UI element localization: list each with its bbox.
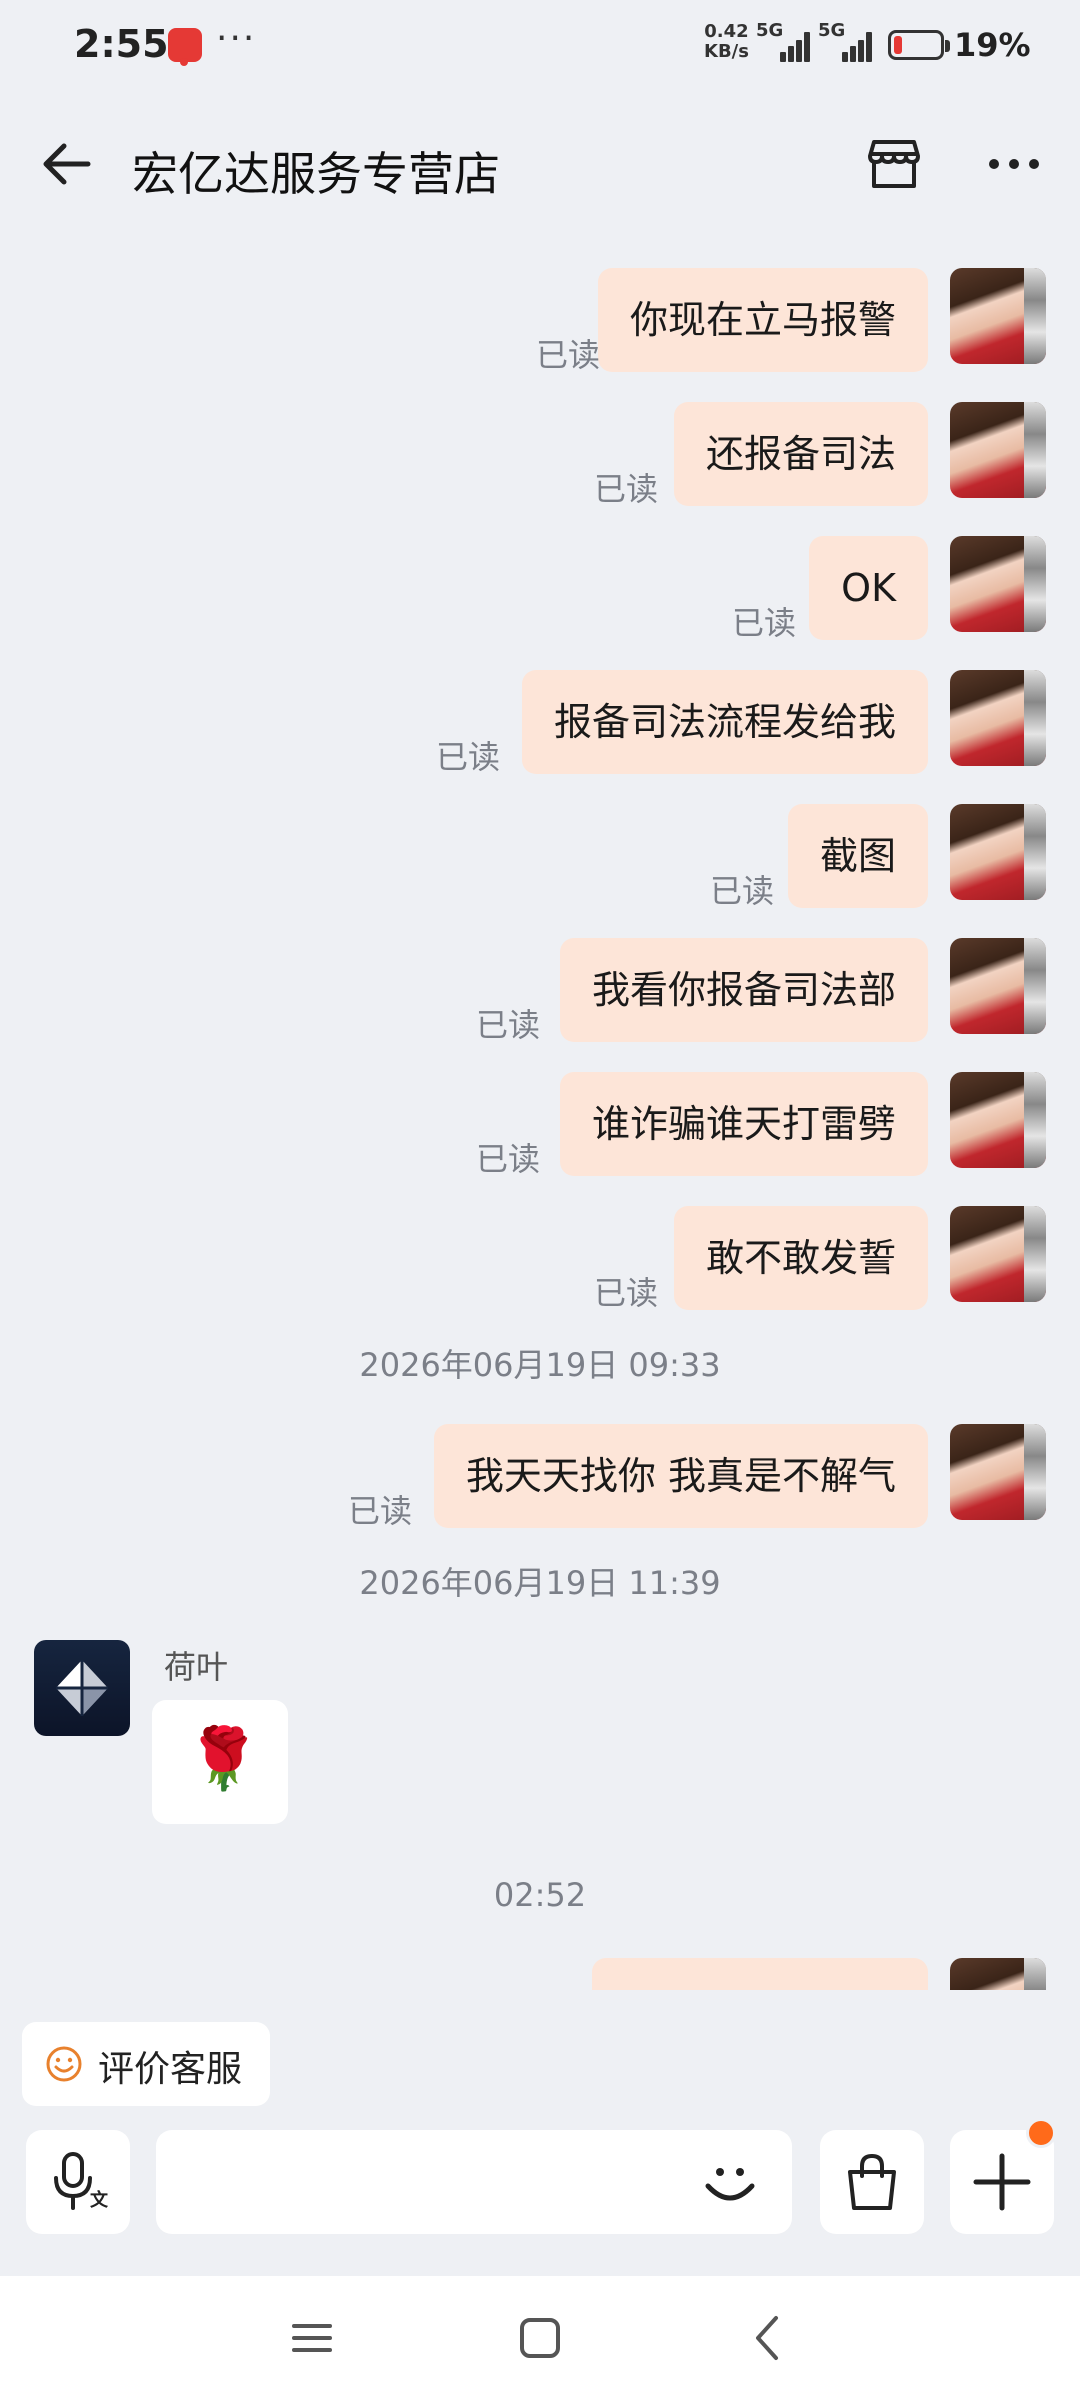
page-title: 宏亿达服务专营店	[132, 147, 500, 201]
battery-level	[894, 36, 902, 54]
message-list[interactable]: 你现在立马报警 已读 还报备司法 已读 OK 已读 报备司法流程发给我 已读 截…	[0, 240, 1080, 1990]
plus-icon	[973, 2153, 1031, 2211]
read-receipt: 已读	[593, 1274, 658, 1312]
back-chevron-icon	[756, 2316, 778, 2360]
status-time: 2:55	[74, 22, 169, 66]
rose-emoji: 🌹	[186, 1724, 261, 1794]
recent-apps-button[interactable]	[280, 2306, 344, 2370]
network-type-label: 5G	[756, 20, 784, 41]
message-bubble[interactable]: 敢不敢发誓	[673, 1206, 928, 1310]
more-horizontal-icon	[989, 159, 1039, 169]
rate-service-label: 评价客服	[98, 2049, 243, 2090]
emoji-button[interactable]	[694, 2146, 766, 2218]
chat-header: 宏亿达服务专营店	[0, 110, 1080, 220]
avatar[interactable]	[950, 670, 1046, 766]
avatar[interactable]	[950, 1424, 1046, 1520]
avatar[interactable]	[950, 402, 1046, 498]
avatar[interactable]	[950, 1958, 1046, 1990]
shopping-bag-icon	[848, 2153, 896, 2210]
more-options-button[interactable]	[982, 132, 1046, 196]
message-timestamp: 2026年06月19日 11:39	[359, 1564, 721, 1602]
status-more-icon: ···	[216, 18, 257, 59]
sender-name: 荷叶	[164, 1648, 229, 1686]
message-bubble[interactable]: 你现在立马报警	[597, 268, 928, 372]
network-type-label: 5G	[818, 20, 846, 41]
avatar[interactable]	[950, 804, 1046, 900]
shop-avatar[interactable]	[34, 1640, 130, 1736]
message-bubble[interactable]	[592, 1958, 928, 1990]
avatar[interactable]	[950, 536, 1046, 632]
signal-icon: 5G	[818, 20, 872, 62]
message-bubble[interactable]: 谁诈骗谁天打雷劈	[559, 1072, 928, 1176]
store-button[interactable]	[862, 132, 926, 196]
read-receipt: 已读	[709, 872, 774, 910]
input-bar: 文	[0, 2118, 1080, 2240]
shop-logo-icon	[56, 1660, 108, 1716]
read-receipt: 已读	[593, 470, 658, 508]
read-receipt: 已读	[435, 738, 500, 776]
menu-icon	[292, 2324, 332, 2352]
message-timestamp: 2026年06月19日 09:33	[359, 1346, 721, 1384]
smile-icon	[46, 2046, 82, 2082]
message-bubble[interactable]: 我看你报备司法部	[559, 938, 928, 1042]
rate-service-button[interactable]: 评价客服	[22, 2022, 270, 2106]
home-button[interactable]	[508, 2306, 572, 2370]
message-bubble[interactable]: 报备司法流程发给我	[521, 670, 928, 774]
network-speed-unit: KB/s	[704, 41, 749, 62]
store-icon	[868, 140, 920, 188]
avatar[interactable]	[950, 268, 1046, 364]
network-speed: 0.42 KB/s	[704, 22, 749, 62]
emoji-icon	[705, 2168, 755, 2201]
battery-percent: 19%	[954, 26, 1031, 64]
voice-to-text-icon: 文	[54, 2152, 109, 2211]
avatar[interactable]	[950, 1206, 1046, 1302]
message-bubble[interactable]: 我天天找你 我真是不解气	[433, 1424, 928, 1528]
signal-icon: 5G	[756, 20, 810, 62]
message-bubble[interactable]: 还报备司法	[673, 402, 928, 506]
avatar[interactable]	[950, 938, 1046, 1034]
product-bag-button[interactable]	[820, 2130, 924, 2234]
message-bubble[interactable]: 截图	[787, 804, 928, 908]
read-receipt: 已读	[347, 1492, 412, 1530]
arrow-left-icon	[43, 143, 91, 185]
notification-dot	[1026, 2118, 1056, 2148]
read-receipt: 已读	[475, 1140, 540, 1178]
avatar[interactable]	[950, 1072, 1046, 1168]
network-speed-value: 0.42	[704, 21, 749, 42]
message-bubble[interactable]: OK	[809, 536, 928, 640]
emoji-message-bubble[interactable]: 🌹	[152, 1700, 288, 1824]
battery-icon	[888, 30, 950, 60]
voice-input-button[interactable]: 文	[26, 2130, 130, 2234]
home-square-icon	[520, 2318, 560, 2358]
read-receipt: 已读	[535, 336, 600, 374]
chat-screen: 2:55 ··· 0.42 KB/s 5G 5G 19% 宏亿达服务专营店 你现…	[0, 0, 1080, 2400]
status-bar: 2:55 ··· 0.42 KB/s 5G 5G 19%	[0, 0, 1080, 90]
read-receipt: 已读	[475, 1006, 540, 1044]
system-nav-bar	[0, 2276, 1080, 2400]
notification-icon	[168, 28, 202, 66]
read-receipt: 已读	[731, 604, 796, 642]
svg-text:文: 文	[90, 2189, 109, 2211]
message-timestamp: 02:52	[493, 1876, 587, 1914]
system-back-button[interactable]	[736, 2306, 800, 2370]
back-button[interactable]	[36, 132, 100, 196]
